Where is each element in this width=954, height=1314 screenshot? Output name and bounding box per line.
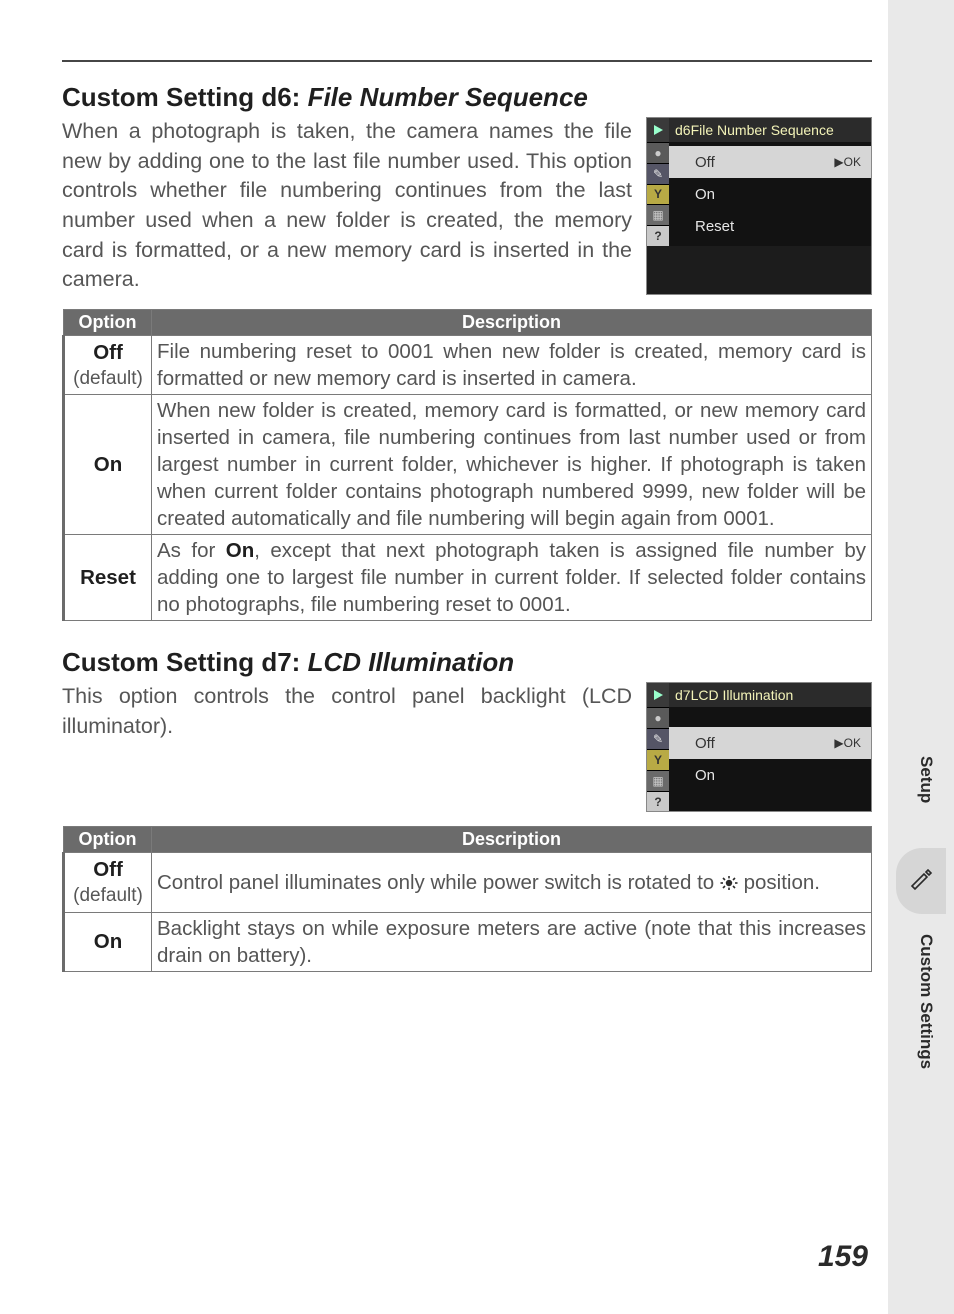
- lcd-d7-title: d7LCD Illumination: [669, 687, 871, 703]
- opt-desc: When new folder is created, memory card …: [152, 395, 872, 535]
- lcd-row-label: Off: [695, 735, 715, 752]
- opt-desc: As for On, except that next photograph t…: [152, 535, 872, 621]
- grid-icon: ▦: [647, 204, 669, 225]
- table-d7: Option Description Off (default) Control…: [62, 826, 872, 971]
- desc-pre: As for: [157, 539, 226, 562]
- th-option: Option: [64, 309, 152, 335]
- lcd-row-label: Reset: [695, 218, 734, 235]
- opt-name: Off: [69, 339, 147, 366]
- opt-desc: File numbering reset to 0001 when new fo…: [152, 335, 872, 394]
- lcd-row-label: On: [695, 186, 715, 203]
- lcd-d7: d7LCD Illumination ● ✎ Y ▦ ? Off ▶OK: [646, 682, 872, 812]
- side-band: [888, 0, 954, 1314]
- lamp-icon: [720, 870, 738, 884]
- opt-desc: Control panel illuminates only while pow…: [152, 853, 872, 912]
- table-row: Off (default) Control panel illuminates …: [64, 853, 872, 912]
- desc-post: , except that next photograph taken is a…: [157, 539, 866, 616]
- dot-icon: ●: [647, 707, 669, 728]
- opt-sub: (default): [69, 883, 147, 908]
- pencil-icon: ✎: [647, 728, 669, 749]
- th-option: Option: [64, 827, 152, 853]
- heading-d6-italic: File Number Sequence: [308, 82, 588, 112]
- lcd-row-label: Off: [695, 154, 715, 171]
- side-tab-custom: Custom Settings: [916, 934, 936, 1069]
- help-icon: ?: [647, 225, 669, 246]
- lcd-d6-title: d6File Number Sequence: [669, 122, 871, 138]
- dot-icon: ●: [647, 142, 669, 163]
- lcd-d7-row-on[interactable]: On: [669, 759, 871, 791]
- table-row: Off (default) File numbering reset to 00…: [64, 335, 872, 394]
- lcd-d6: d6File Number Sequence ● ✎ Y ▦ ? Off ▶OK: [646, 117, 872, 295]
- play-icon: [647, 118, 669, 142]
- intro-d7: This option controls the control panel b…: [62, 682, 632, 812]
- lcd-d6-row-on[interactable]: On: [669, 178, 871, 210]
- table-row: Reset As for On, except that next photog…: [64, 535, 872, 621]
- th-description: Description: [152, 827, 872, 853]
- lcd-d6-side: ● ✎ Y ▦ ?: [647, 142, 669, 246]
- desc-bold: On: [226, 539, 254, 562]
- help-icon: ?: [647, 791, 669, 812]
- opt-name: On: [69, 451, 147, 478]
- page-number: 159: [818, 1240, 868, 1274]
- heading-d6: Custom Setting d6: File Number Sequence: [62, 82, 872, 113]
- opt-name: On: [69, 928, 147, 955]
- lcd-d6-row-reset[interactable]: Reset: [669, 210, 871, 242]
- table-d6: Option Description Off (default) File nu…: [62, 309, 872, 622]
- heading-d7: Custom Setting d7: LCD Illumination: [62, 647, 872, 678]
- desc-post: position.: [738, 871, 820, 894]
- table-row: On Backlight stays on while exposure met…: [64, 912, 872, 971]
- rule-top: [62, 60, 872, 62]
- heading-d7-prefix: Custom Setting d7:: [62, 647, 308, 677]
- opt-name: Off: [69, 856, 147, 883]
- ok-indicator: ▶OK: [834, 736, 861, 750]
- heading-d6-prefix: Custom Setting d6:: [62, 82, 308, 112]
- pencil-icon: ✎: [647, 163, 669, 184]
- table-row: On When new folder is created, memory ca…: [64, 395, 872, 535]
- lcd-d7-row-off[interactable]: Off ▶OK: [669, 727, 871, 759]
- lcd-d7-side: ● ✎ Y ▦ ?: [647, 707, 669, 811]
- heading-d7-italic: LCD Illumination: [308, 647, 515, 677]
- th-description: Description: [152, 309, 872, 335]
- lcd-d6-row-off[interactable]: Off ▶OK: [669, 146, 871, 178]
- y-icon: Y: [647, 184, 669, 205]
- desc-pre: Control panel illuminates only while pow…: [157, 871, 720, 894]
- opt-desc: Backlight stays on while exposure meters…: [152, 912, 872, 971]
- opt-sub: (default): [69, 366, 147, 391]
- intro-d6: When a photograph is taken, the camera n…: [62, 117, 632, 295]
- ok-indicator: ▶OK: [834, 155, 861, 169]
- lcd-row-label: On: [695, 767, 715, 784]
- side-tab-setup: Setup: [916, 756, 936, 803]
- play-icon: [647, 683, 669, 707]
- y-icon: Y: [647, 749, 669, 770]
- grid-icon: ▦: [647, 770, 669, 791]
- pencil-tab-icon: [896, 848, 946, 914]
- opt-name: Reset: [69, 564, 147, 591]
